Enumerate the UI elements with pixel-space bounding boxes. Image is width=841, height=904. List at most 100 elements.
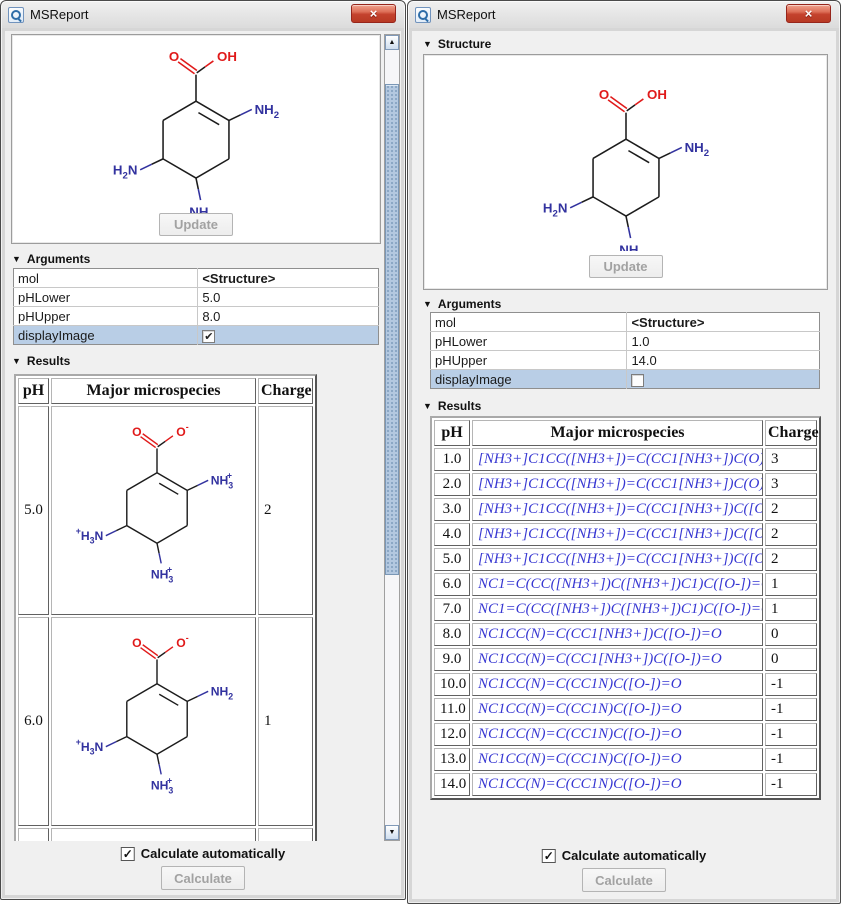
structure-panel: OOHNH2H2NNH2 Update bbox=[11, 34, 381, 244]
scroll-down-button[interactable]: ▼ bbox=[385, 825, 399, 840]
microspecies-structure-image: OO-NH2+H3NNH3+ bbox=[57, 620, 256, 818]
results-row: 3.0[NH3+]C1CC([NH3+])=C(CC1[NH3+])C([O-]… bbox=[434, 498, 817, 521]
window-content: OOHNH2H2NNH2 Update ▼ Arguments mol<Stru… bbox=[2, 28, 404, 898]
scrollbar-thumb[interactable] bbox=[385, 84, 399, 575]
window-content: ▼ Structure OOHNH2H2NNH2 Update ▼ Argume… bbox=[409, 28, 839, 902]
argument-value: 14.0 bbox=[627, 351, 820, 370]
close-button[interactable]: × bbox=[351, 4, 396, 23]
major-microspecies-cell bbox=[51, 828, 256, 841]
update-button[interactable]: Update bbox=[159, 213, 233, 236]
ph-value: 3.0 bbox=[434, 498, 470, 521]
charge-value: -1 bbox=[765, 723, 817, 746]
ph-value: 5.0 bbox=[434, 548, 470, 571]
svg-text:NH2: NH2 bbox=[211, 685, 234, 702]
svg-text:NH2: NH2 bbox=[684, 140, 709, 159]
msreport-app-icon bbox=[415, 7, 431, 23]
major-microspecies-smiles: [NH3+]C1CC([NH3+])=C(CC1[NH3+])C(O)=O bbox=[472, 448, 763, 471]
ph-value: 1.0 bbox=[434, 448, 470, 471]
svg-text:NH2: NH2 bbox=[255, 102, 280, 121]
results-header-charge: Charge bbox=[765, 420, 817, 446]
argument-row-displayImage[interactable]: displayImage bbox=[431, 370, 820, 389]
argument-row-pHUpper[interactable]: pHUpper8.0 bbox=[14, 307, 379, 326]
major-microspecies-smiles: NC1=C(CC([NH3+])C([NH3+])C1)C([O-])=O bbox=[472, 573, 763, 596]
major-microspecies-smiles: NC1CC(N)=C(CC1N)C([O-])=O bbox=[472, 748, 763, 771]
argument-row-pHLower[interactable]: pHLower1.0 bbox=[431, 332, 820, 351]
major-microspecies-smiles: NC1CC(N)=C(CC1[NH3+])C([O-])=O bbox=[472, 648, 763, 671]
argument-value: 5.0 bbox=[198, 288, 379, 307]
ph-value: 8.0 bbox=[434, 623, 470, 646]
major-microspecies-smiles: [NH3+]C1CC([NH3+])=C(CC1[NH3+])C([O-])=O bbox=[472, 523, 763, 546]
argument-value: 1.0 bbox=[627, 332, 820, 351]
calculate-automatically-checkbox[interactable]: ✓ Calculate automatically bbox=[542, 848, 707, 863]
ph-value: 12.0 bbox=[434, 723, 470, 746]
checkbox-checked-icon: ✓ bbox=[542, 849, 556, 863]
results-row: 8.0NC1CC(N)=C(CC1[NH3+])C([O-])=O0 bbox=[434, 623, 817, 646]
arguments-table: mol<Structure>pHLower1.0pHUpper14.0displ… bbox=[430, 312, 820, 389]
results-section-header[interactable]: ▼ Results bbox=[423, 399, 481, 413]
title-bar[interactable]: MSReport × bbox=[408, 1, 840, 28]
collapse-triangle-icon: ▼ bbox=[12, 357, 21, 366]
charge-value: 1 bbox=[765, 573, 817, 596]
major-microspecies-smiles: [NH3+]C1CC([NH3+])=C(CC1[NH3+])C(O)=O bbox=[472, 473, 763, 496]
results-table: pHMajor microspeciesCharge5.0OO-NH3++H3N… bbox=[14, 374, 317, 841]
molecule-structure-image: OOHNH2H2NNH2 bbox=[518, 75, 734, 251]
close-icon: × bbox=[370, 7, 378, 20]
major-microspecies-smiles: NC1CC(N)=C(CC1N)C([O-])=O bbox=[472, 698, 763, 721]
svg-text:H2N: H2N bbox=[113, 162, 138, 181]
argument-name: pHUpper bbox=[14, 307, 198, 326]
svg-text:O: O bbox=[598, 87, 608, 102]
argument-name: pHLower bbox=[431, 332, 627, 351]
svg-text:NH3+: NH3+ bbox=[151, 565, 174, 585]
charge-value: -1 bbox=[765, 773, 817, 796]
scroll-up-button[interactable]: ▲ bbox=[385, 35, 399, 50]
vertical-scrollbar[interactable]: ▲ ▼ bbox=[384, 34, 400, 841]
svg-text:O: O bbox=[132, 425, 141, 439]
argument-row-pHLower[interactable]: pHLower5.0 bbox=[14, 288, 379, 307]
results-section-label: Results bbox=[438, 399, 481, 413]
major-microspecies-smiles: NC1CC(N)=C(CC1[NH3+])C([O-])=O bbox=[472, 623, 763, 646]
major-microspecies-smiles: NC1CC(N)=C(CC1N)C([O-])=O bbox=[472, 673, 763, 696]
results-row bbox=[18, 828, 313, 841]
results-row: 1.0[NH3+]C1CC([NH3+])=C(CC1[NH3+])C(O)=O… bbox=[434, 448, 817, 471]
results-header-major-microspecies: Major microspecies bbox=[51, 378, 256, 404]
results-section-header[interactable]: ▼ Results bbox=[12, 354, 70, 368]
svg-text:NH2: NH2 bbox=[189, 205, 214, 213]
results-row: 9.0NC1CC(N)=C(CC1[NH3+])C([O-])=O0 bbox=[434, 648, 817, 671]
title-bar[interactable]: MSReport × bbox=[1, 1, 405, 28]
argument-row-mol[interactable]: mol<Structure> bbox=[431, 313, 820, 332]
results-row: 6.0NC1=C(CC([NH3+])C([NH3+])C1)C([O-])=O… bbox=[434, 573, 817, 596]
results-row: 14.0NC1CC(N)=C(CC1N)C([O-])=O-1 bbox=[434, 773, 817, 796]
argument-name: pHUpper bbox=[431, 351, 627, 370]
argument-row-pHUpper[interactable]: pHUpper14.0 bbox=[431, 351, 820, 370]
collapse-triangle-icon: ▼ bbox=[12, 255, 21, 264]
argument-row-displayImage[interactable]: displayImage✔ bbox=[14, 326, 379, 345]
calculate-button[interactable]: Calculate bbox=[161, 866, 245, 890]
display-image-checkbox-checked[interactable]: ✔ bbox=[202, 330, 215, 343]
svg-text:O-: O- bbox=[176, 422, 188, 439]
argument-row-mol[interactable]: mol<Structure> bbox=[14, 269, 379, 288]
results-header-ph: pH bbox=[18, 378, 49, 404]
calculate-button[interactable]: Calculate bbox=[582, 868, 666, 892]
svg-text:NH3+: NH3+ bbox=[211, 471, 234, 491]
charge-value: 3 bbox=[765, 448, 817, 471]
display-image-checkbox-unchecked[interactable] bbox=[631, 374, 644, 387]
calculate-automatically-checkbox[interactable]: ✓ Calculate automatically bbox=[121, 846, 286, 861]
results-row: 10.0NC1CC(N)=C(CC1N)C([O-])=O-1 bbox=[434, 673, 817, 696]
results-row: 11.0NC1CC(N)=C(CC1N)C([O-])=O-1 bbox=[434, 698, 817, 721]
close-button[interactable]: × bbox=[786, 4, 831, 23]
bottom-bar: ✓ Calculate automatically Calculate bbox=[2, 842, 404, 898]
arguments-section-header[interactable]: ▼ Arguments bbox=[423, 297, 501, 311]
charge-value: -1 bbox=[765, 698, 817, 721]
arguments-section-header[interactable]: ▼ Arguments bbox=[12, 252, 90, 266]
charge-value: -1 bbox=[765, 748, 817, 771]
charge-value: -1 bbox=[765, 673, 817, 696]
results-row: 4.0[NH3+]C1CC([NH3+])=C(CC1[NH3+])C([O-]… bbox=[434, 523, 817, 546]
close-icon: × bbox=[805, 7, 813, 20]
microspecies-structure-image: OO-NH3++H3NNH3+ bbox=[57, 409, 256, 607]
charge-value: 1 bbox=[765, 598, 817, 621]
major-microspecies-cell: OO-NH3++H3NNH3+ bbox=[51, 406, 256, 615]
ph-value: 5.0 bbox=[18, 406, 49, 615]
structure-section-header[interactable]: ▼ Structure bbox=[423, 37, 491, 51]
update-button[interactable]: Update bbox=[589, 255, 663, 278]
scroll-viewport: OOHNH2H2NNH2 Update ▼ Arguments mol<Stru… bbox=[8, 34, 382, 841]
